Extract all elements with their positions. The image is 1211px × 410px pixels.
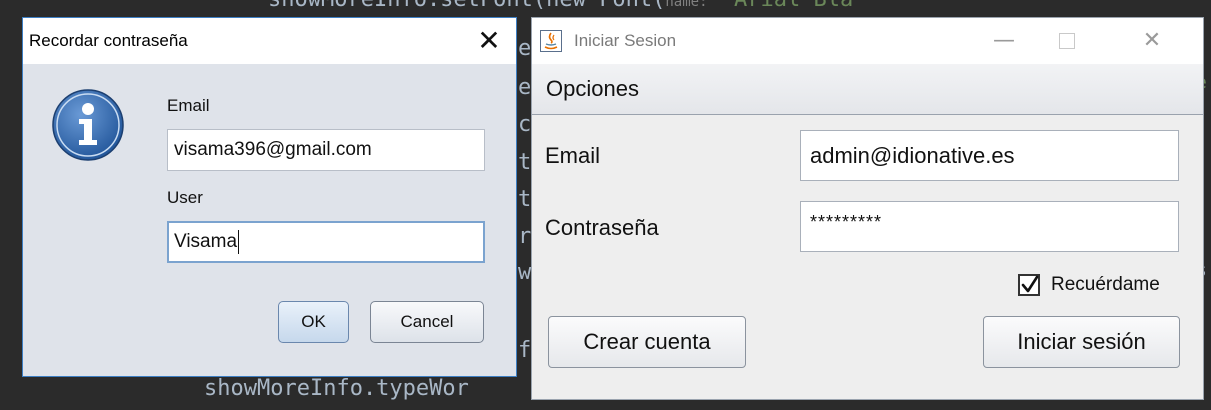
code-line-top: showMoreInfo.setFont(new Font(name: "Ari… <box>268 0 853 12</box>
text-caret <box>238 229 240 254</box>
close-icon[interactable]: ✕ <box>469 23 509 59</box>
maximize-icon[interactable] <box>1045 23 1089 59</box>
email-label: Email <box>545 143 601 168</box>
java-app-icon <box>540 30 562 52</box>
remember-label[interactable]: Recuérdame <box>1051 274 1160 296</box>
code-gutter-char: e <box>518 75 532 100</box>
user-label: User <box>167 188 203 207</box>
dialog-title: Recordar contraseña <box>29 31 188 50</box>
info-icon <box>52 89 124 161</box>
code-gutter-char: f <box>518 338 532 363</box>
code-line-bottom: showMoreInfo.typeWor <box>204 376 469 401</box>
minimize-icon[interactable]: — <box>982 23 1026 59</box>
window-titlebar[interactable]: Iniciar Sesion — ✕ <box>532 18 1203 64</box>
window-title: Iniciar Sesion <box>574 31 677 50</box>
check-icon <box>1021 275 1039 293</box>
code-gutter-char: t <box>518 187 532 212</box>
recover-user-input[interactable]: Visama <box>167 221 485 263</box>
code-gutter-char: t <box>518 150 532 175</box>
close-icon[interactable]: ✕ <box>1130 23 1174 59</box>
remember-checkbox[interactable] <box>1018 274 1040 296</box>
code-gutter-char: w <box>518 260 532 285</box>
menu-bar: Opciones <box>532 64 1203 115</box>
create-account-button[interactable]: Crear cuenta <box>548 316 746 368</box>
login-password-input[interactable]: ********* <box>800 201 1179 252</box>
password-label: Contraseña <box>545 215 659 240</box>
recover-email-input[interactable]: visama396@gmail.com <box>167 129 485 171</box>
email-label: Email <box>167 96 210 115</box>
menu-opciones[interactable]: Opciones <box>546 76 639 102</box>
login-button[interactable]: Iniciar sesión <box>983 316 1180 368</box>
ok-button[interactable]: OK <box>278 301 349 343</box>
login-email-input[interactable]: admin@idionative.es <box>800 130 1179 181</box>
code-gutter-char: c <box>518 112 532 137</box>
recover-password-dialog: Recordar contraseña ✕ Email visama396@gm… <box>22 17 517 377</box>
login-window: Iniciar Sesion — ✕ Opciones Email admin@… <box>531 17 1204 400</box>
code-gutter-char: e <box>518 36 532 61</box>
cancel-button[interactable]: Cancel <box>370 301 484 343</box>
dialog-titlebar[interactable]: Recordar contraseña ✕ <box>23 18 516 64</box>
code-gutter-char: r <box>518 224 532 249</box>
